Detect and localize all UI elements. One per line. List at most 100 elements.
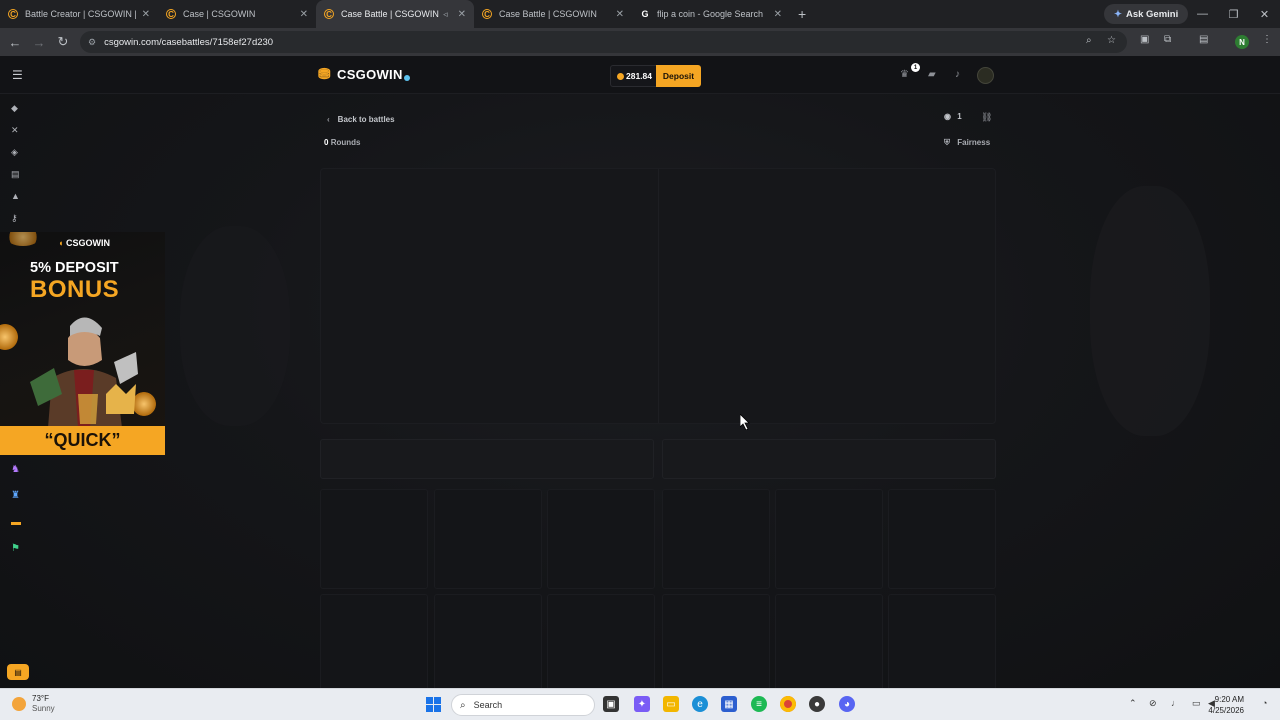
item-slot bbox=[320, 489, 428, 589]
minimize-window-icon[interactable]: — bbox=[1187, 0, 1218, 28]
home-icon[interactable]: ▲ bbox=[11, 191, 20, 201]
tab-audio-icon[interactable]: ◃ bbox=[443, 9, 448, 20]
spotify-icon[interactable]: ≡ bbox=[751, 696, 767, 712]
csgowin-logo[interactable]: ⛃ CSGOWIN bbox=[318, 65, 410, 83]
ticket-icon[interactable]: ▬ bbox=[11, 517, 21, 528]
logo-mark-icon: ⛃ bbox=[318, 66, 331, 83]
profile-avatar[interactable]: N bbox=[1235, 35, 1249, 49]
chat-bubble-icon: ▤ bbox=[14, 667, 22, 677]
user-avatar[interactable] bbox=[977, 67, 994, 84]
edge-icon[interactable]: e bbox=[692, 696, 708, 712]
forward-arrow-icon[interactable]: → bbox=[27, 35, 51, 50]
system-clock[interactable]: 9:20 AM 4/25/2026 bbox=[1200, 694, 1244, 716]
copy-link-icon[interactable]: ⛓ bbox=[981, 112, 992, 123]
csgowin-icon: C bbox=[324, 9, 334, 19]
url-text: csgowin.com/casebattles/7158ef27d230 bbox=[104, 36, 274, 48]
close-window-icon[interactable]: ✕ bbox=[1249, 0, 1280, 28]
task-view-icon[interactable]: ▣ bbox=[603, 696, 619, 712]
csgowin-icon: C bbox=[482, 9, 492, 19]
logo-text: CSGOWIN bbox=[337, 66, 403, 82]
browser-toolbar: ← → ↻ ⚙ csgowin.com/casebattles/7158ef27… bbox=[0, 28, 1280, 56]
deposit-bonus-banner[interactable]: ◖ CSGOWIN 5% DEPOSIT BONUS “QUICK” bbox=[0, 232, 165, 455]
chevron-left-icon: ‹ bbox=[327, 114, 330, 124]
chrome-icon[interactable] bbox=[780, 696, 796, 712]
app-icon[interactable]: ● bbox=[809, 696, 825, 712]
close-tab-icon[interactable]: ✕ bbox=[300, 9, 308, 20]
tab-title: Battle Creator | CSGOWIN | De bbox=[25, 9, 138, 19]
tab-title: flip a coin - Google Search bbox=[657, 9, 764, 19]
hamburger-menu-icon[interactable]: ☰ bbox=[12, 68, 23, 82]
microsoft-store-icon[interactable]: ▦ bbox=[721, 696, 737, 712]
fairness-button[interactable]: ⛨ Fairness bbox=[944, 138, 990, 148]
notification-count-badge: 1 bbox=[911, 63, 920, 72]
fairness-label: Fairness bbox=[957, 138, 991, 147]
extension-icon[interactable]: ▣ bbox=[1140, 34, 1149, 45]
ask-gemini-label: Ask Gemini bbox=[1125, 8, 1179, 20]
browser-tab[interactable]: C Case Battle | CSGOWIN ✕ bbox=[474, 0, 632, 28]
extensions-puzzle-icon[interactable]: ⧉ bbox=[1164, 34, 1171, 45]
clock-time: 9:20 AM bbox=[1214, 695, 1244, 704]
race-flag-icon[interactable]: ⚑ bbox=[11, 543, 20, 554]
chat-icon[interactable]: ▰ bbox=[928, 69, 936, 80]
csgowin-icon: C bbox=[166, 9, 176, 19]
close-tab-icon[interactable]: ✕ bbox=[616, 9, 624, 20]
new-tab-icon[interactable]: + bbox=[798, 6, 806, 22]
back-arrow-icon[interactable]: ← bbox=[3, 35, 27, 50]
balance-display[interactable]: 281.84 bbox=[610, 65, 659, 87]
weather-widget[interactable]: 73°F Sunny bbox=[12, 694, 55, 714]
restore-window-icon[interactable]: ❐ bbox=[1218, 0, 1249, 28]
gamepad-icon[interactable]: ◆ bbox=[11, 103, 18, 114]
ask-gemini-button[interactable]: ✦ Ask Gemini bbox=[1104, 4, 1189, 24]
browser-tab[interactable]: G flip a coin - Google Search ✕ bbox=[632, 0, 790, 28]
notification-bell-icon[interactable]: ◔ bbox=[1262, 698, 1267, 708]
site-header: ☰ ⛃ CSGOWIN 281.84 Deposit ♛ 1 ▰ ♪ bbox=[0, 56, 1280, 94]
weather-condition: Sunny bbox=[32, 704, 55, 713]
key-icon[interactable]: ⚷ bbox=[11, 213, 18, 224]
windows-start-icon[interactable] bbox=[426, 697, 441, 712]
side-panel-icon[interactable]: ▤ bbox=[1199, 34, 1208, 45]
bell-icon[interactable]: ♪ bbox=[955, 69, 960, 80]
cards-icon[interactable]: ▤ bbox=[11, 169, 20, 180]
browser-tab[interactable]: C Battle Creator | CSGOWIN | De ✕ bbox=[0, 0, 158, 28]
tray-overflow-icon[interactable]: ⌃ bbox=[1129, 698, 1137, 709]
deposit-button[interactable]: Deposit bbox=[656, 65, 701, 87]
bookmark-star-icon[interactable]: ☆ bbox=[1107, 35, 1116, 46]
zoom-icon[interactable]: ⌕ bbox=[1086, 35, 1092, 46]
gemini-icon: ✦ bbox=[1114, 8, 1122, 20]
address-bar[interactable]: ⚙ csgowin.com/casebattles/7158ef27d230 ⌕… bbox=[80, 31, 1127, 53]
cube-icon[interactable]: ◈ bbox=[11, 147, 18, 158]
swords-icon[interactable]: ✕ bbox=[11, 125, 19, 136]
back-to-battles-link[interactable]: ‹ Back to battles bbox=[321, 111, 395, 127]
network-icon[interactable]: ⊘ bbox=[1149, 698, 1157, 709]
item-slot bbox=[662, 489, 770, 589]
trophy-icon[interactable]: ♜ bbox=[11, 490, 20, 501]
close-tab-icon[interactable]: ✕ bbox=[458, 9, 466, 20]
open-chat-button[interactable]: ▤ bbox=[7, 664, 29, 680]
site-info-icon[interactable]: ⚙ bbox=[88, 37, 96, 48]
close-tab-icon[interactable]: ✕ bbox=[142, 9, 150, 20]
discord-icon[interactable]: ◕ bbox=[839, 696, 855, 712]
tab-title: Case Battle | CSGOWIN bbox=[341, 9, 439, 19]
back-to-battles-label: Back to battles bbox=[337, 114, 395, 124]
item-slot bbox=[888, 489, 996, 589]
crown-icon[interactable]: ♛ bbox=[900, 69, 909, 80]
copilot-icon[interactable]: ✦ bbox=[634, 696, 650, 712]
browser-tab[interactable]: C Case | CSGOWIN ✕ bbox=[158, 0, 316, 28]
viewer-count-value: 1 bbox=[957, 112, 962, 121]
rabbit-icon[interactable]: ♞ bbox=[11, 464, 20, 475]
file-explorer-icon[interactable]: ▭ bbox=[663, 696, 679, 712]
close-tab-icon[interactable]: ✕ bbox=[774, 9, 782, 20]
reload-icon[interactable]: ↻ bbox=[51, 34, 75, 50]
windows-taskbar: 73°F Sunny ⌕ Search ▣ ✦ ▭ e ▦ ≡ ● ◕ ⌃ ⊘ ♩… bbox=[0, 688, 1280, 720]
arena-divider bbox=[658, 169, 659, 423]
shield-icon: ⛨ bbox=[944, 138, 950, 147]
taskbar-search[interactable]: ⌕ Search bbox=[451, 694, 595, 716]
item-slot bbox=[547, 594, 655, 688]
browser-tab-active[interactable]: C Case Battle | CSGOWIN ◃ ✕ bbox=[316, 0, 474, 28]
browser-menu-icon[interactable]: ⋮ bbox=[1262, 34, 1272, 45]
rounds-count-value: 0 bbox=[324, 138, 329, 147]
viewer-count: ◉ 1 bbox=[944, 112, 962, 121]
microphone-icon[interactable]: ♩ bbox=[1171, 698, 1180, 708]
ember-decoration bbox=[6, 232, 40, 246]
temperature: 73°F bbox=[32, 694, 49, 703]
